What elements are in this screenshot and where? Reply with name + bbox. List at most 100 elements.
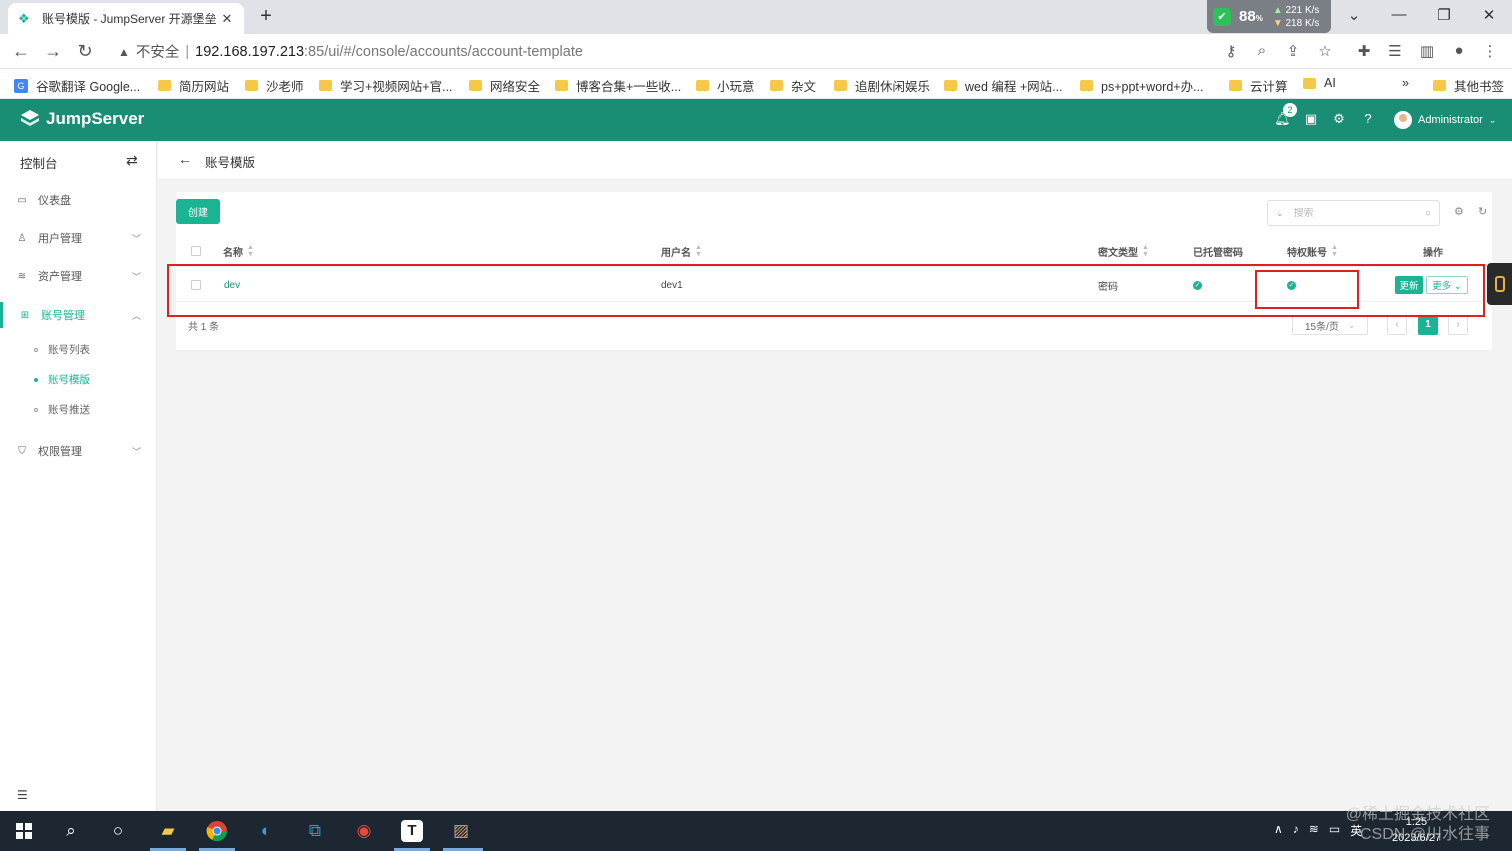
bookmark-folder[interactable]: 云计算: [1229, 76, 1288, 95]
chevron-down-icon: ﹀: [131, 271, 141, 282]
next-page-button[interactable]: ›: [1448, 315, 1468, 335]
collapse-sidebar-icon[interactable]: ☰: [17, 788, 28, 802]
image-viewer-icon[interactable]: ▨: [448, 818, 474, 844]
extensions-icon[interactable]: ✚: [1355, 42, 1373, 60]
help-icon[interactable]: ?: [1360, 111, 1376, 126]
column-header-actions: 操作: [1423, 247, 1443, 259]
folder-icon: [158, 80, 171, 91]
chevron-down-icon: ﹀: [131, 446, 141, 457]
sidebar-item-users[interactable]: ♙ 用户管理 ﹀: [0, 225, 157, 251]
profile-icon[interactable]: ●: [1450, 42, 1468, 59]
bookmark-folder[interactable]: AI: [1303, 76, 1336, 90]
bookmark-folder[interactable]: 网络安全: [469, 76, 540, 95]
zoom-icon[interactable]: ⌕: [1253, 42, 1271, 59]
sidebar-subitem-account-list[interactable]: 账号列表: [34, 342, 90, 357]
search-input[interactable]: [1293, 207, 1425, 219]
bookmark-folder[interactable]: 简历网站: [158, 76, 229, 95]
wifi-icon[interactable]: ≋: [1309, 822, 1319, 839]
sidebar-subitem-account-template[interactable]: 账号模版: [34, 372, 90, 387]
folder-icon: [469, 80, 482, 91]
tab-list-chevron-icon[interactable]: ⌄: [1344, 6, 1364, 24]
file-explorer-icon[interactable]: ▰: [155, 818, 181, 844]
bookmarks-overflow-button[interactable]: »: [1402, 76, 1409, 90]
search-box: ⌄ ○: [1267, 200, 1440, 226]
user-menu[interactable]: Administrator ⌄: [1394, 111, 1496, 129]
folder-icon: [1080, 80, 1093, 91]
bookmark-folder[interactable]: 博客合集+一些收...: [555, 76, 681, 95]
select-all-checkbox[interactable]: [191, 246, 201, 256]
close-window-icon[interactable]: ✕: [1479, 6, 1499, 24]
column-header-privileged[interactable]: 特权账号 ▲ ▼: [1287, 235, 1338, 267]
jumpserver-logo[interactable]: JumpServer: [20, 109, 144, 129]
chrome-icon[interactable]: [204, 818, 230, 844]
warning-icon: ▲: [118, 44, 130, 59]
windows-taskbar: ⌕ ○ ▰ ◐ ⧉ ◉ T ▨ ∧ ♪ ≋ ▭ 英 1:25 2023/6/27: [0, 811, 1512, 851]
terminal-icon[interactable]: ▣: [1303, 111, 1319, 127]
task-view-icon[interactable]: ○: [105, 818, 131, 844]
edge-icon[interactable]: ◐: [253, 818, 279, 844]
switch-view-icon[interactable]: ⇄: [126, 152, 138, 169]
browser-tab[interactable]: ❖ 账号模版 - JumpServer 开源堡垒 ✕: [8, 3, 244, 34]
refresh-icon[interactable]: ↻: [1478, 205, 1487, 218]
url-field[interactable]: ▲ 不安全 | 192.168.197.213:85/ui/#/console/…: [108, 39, 1348, 64]
key-icon[interactable]: ⚷: [1222, 42, 1240, 60]
settings-icon[interactable]: ⚙: [1331, 111, 1347, 127]
sidebar-subitem-account-push[interactable]: 账号推送: [34, 402, 90, 417]
new-tab-icon[interactable]: +: [256, 5, 276, 28]
forward-icon[interactable]: →: [43, 41, 63, 62]
shield-icon: ✔: [1213, 7, 1231, 26]
translate-icon: G: [14, 78, 28, 93]
column-header-secret-type[interactable]: 密文类型 ▲ ▼: [1098, 235, 1149, 267]
back-icon[interactable]: ←: [11, 41, 31, 62]
prev-page-button[interactable]: ‹: [1387, 315, 1407, 335]
column-header-username[interactable]: 用户名 ▲ ▼: [661, 235, 702, 267]
minimize-icon[interactable]: —: [1389, 6, 1409, 23]
bookmark-folder[interactable]: 小玩意: [696, 76, 755, 95]
browser-menu-icon[interactable]: ⋮: [1481, 42, 1499, 60]
volume-icon[interactable]: ♪: [1293, 822, 1299, 839]
total-count: 共 1 条: [188, 322, 220, 333]
restore-icon[interactable]: ❐: [1434, 6, 1454, 24]
sidebar-item-permissions[interactable]: ⛉ 权限管理 ﹀: [0, 438, 157, 464]
search-icon[interactable]: ⌕: [58, 818, 84, 844]
sidebar-item-assets[interactable]: ≋ 资产管理 ﹀: [0, 263, 157, 289]
bookmark-star-icon[interactable]: ☆: [1316, 42, 1334, 60]
page-number-button[interactable]: 1: [1418, 315, 1438, 335]
network-monitor-widget: ✔ 88% ▲ 221 K/s ▼ 218 K/s: [1207, 0, 1331, 33]
back-arrow-icon[interactable]: ←: [178, 151, 192, 167]
windows-start-icon[interactable]: [11, 818, 37, 844]
app-spiral-icon[interactable]: ◉: [351, 818, 377, 844]
side-floating-tab[interactable]: [1487, 263, 1512, 305]
bookmark-folder[interactable]: 沙老师: [245, 76, 304, 95]
permission-icon: ⛉: [18, 445, 26, 457]
table-settings-icon[interactable]: ⚙: [1454, 205, 1464, 218]
page-size-select[interactable]: 15条/页 ⌄: [1292, 315, 1368, 335]
bookmark-folder[interactable]: 学习+视频网站+官...: [319, 76, 453, 95]
share-icon[interactable]: ⇪: [1284, 42, 1302, 60]
side-panel-icon[interactable]: ▥: [1418, 42, 1436, 60]
tab-title: 账号模版 - JumpServer 开源堡垒: [42, 12, 217, 26]
create-button[interactable]: 创建: [176, 199, 220, 224]
bookmark-folder[interactable]: ps+ppt+word+办...: [1080, 76, 1204, 95]
bookmark-item[interactable]: G 谷歌翻译 Google...: [14, 76, 140, 95]
bookmark-folder[interactable]: 杂文: [770, 76, 816, 95]
bookmark-folder[interactable]: 追剧休闲娱乐: [834, 76, 930, 95]
reading-list-icon[interactable]: ☰: [1386, 42, 1404, 60]
reload-icon[interactable]: ↻: [75, 41, 95, 62]
folder-icon: [696, 80, 709, 91]
chevron-up-icon[interactable]: ∧: [1274, 822, 1283, 839]
battery-icon[interactable]: ▭: [1329, 822, 1340, 839]
other-bookmarks-folder[interactable]: 其他书签: [1433, 76, 1504, 95]
sidebar-item-accounts[interactable]: ⊞ 账号管理 ︿: [0, 302, 157, 328]
filter-dropdown-icon[interactable]: ⌄: [1276, 208, 1284, 219]
bookmark-folder[interactable]: wed 编程 +网站...: [944, 76, 1063, 95]
vmware-icon[interactable]: ⧉: [302, 818, 328, 844]
search-icon[interactable]: ○: [1425, 208, 1431, 219]
column-header-name[interactable]: 名称 ▲ ▼: [223, 235, 254, 267]
sort-icon: ▲ ▼: [695, 244, 702, 258]
close-tab-icon[interactable]: ✕: [220, 11, 234, 27]
typora-icon[interactable]: T: [399, 818, 425, 844]
sidebar-item-dashboard[interactable]: ▭ 仪表盘: [0, 187, 157, 213]
page-title: 账号模版: [205, 156, 256, 170]
watermark: @稀土掘金技术社区 CSDN @川水往事: [1345, 806, 1490, 843]
